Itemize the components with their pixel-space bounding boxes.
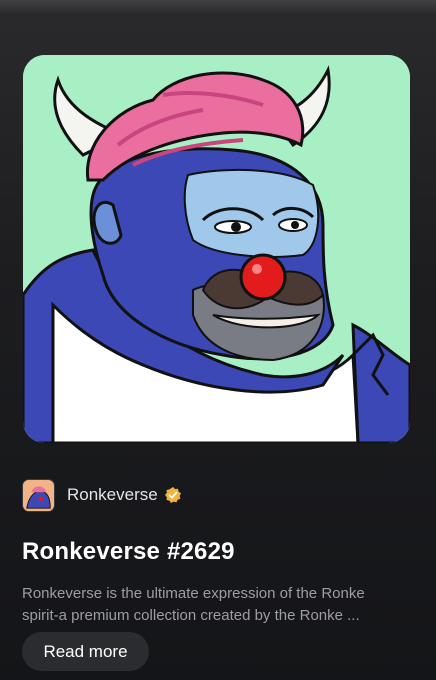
collection-avatar[interactable] [22, 478, 55, 512]
verified-check-icon [164, 486, 182, 504]
nft-description: Ronkeverse is the ultimate expression of… [22, 583, 417, 627]
description-line-2: spirit-a premium collection created by t… [22, 607, 360, 624]
read-more-button[interactable]: Read more [22, 632, 149, 671]
collection-name[interactable]: Ronkeverse [67, 485, 158, 505]
nft-title: Ronkeverse #2629 [22, 538, 235, 565]
top-fade [0, 0, 436, 14]
collection-row[interactable]: Ronkeverse [22, 478, 182, 512]
description-line-1: Ronkeverse is the ultimate expression of… [22, 585, 365, 602]
nft-artwork-image[interactable] [23, 55, 410, 443]
